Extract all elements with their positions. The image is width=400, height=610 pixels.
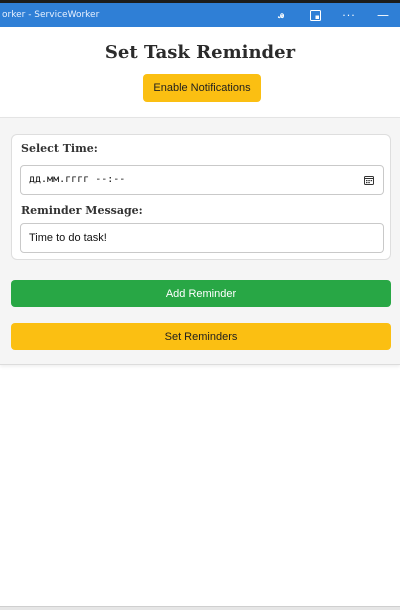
add-reminder-button[interactable]: Add Reminder	[11, 280, 391, 307]
window-title: orker - ServiceWorker	[2, 10, 100, 20]
titlebar-controls: ꭿ ··· —	[264, 3, 400, 27]
page-title: Set Task Reminder	[104, 42, 296, 63]
calendar-icon[interactable]	[364, 175, 374, 185]
datetime-input[interactable]: дд.мм.гггг --:--	[20, 165, 384, 195]
datetime-placeholder: дд.мм.гггг --:--	[29, 174, 126, 185]
read-aloud-icon[interactable]: ꭿ	[264, 3, 298, 27]
select-time-label: Select Time:	[21, 142, 98, 155]
reminder-message-input[interactable]: Time to do task!	[20, 223, 384, 253]
more-options-icon[interactable]: ···	[332, 3, 366, 27]
reminder-message-value: Time to do task!	[29, 232, 107, 244]
enable-notifications-button[interactable]: Enable Notifications	[143, 74, 261, 102]
bottom-scroll-edge	[0, 606, 400, 610]
reminder-form: Select Time: дд.мм.гггг --:-- Reminder M…	[11, 134, 391, 260]
window-titlebar: orker - ServiceWorker ꭿ ··· —	[0, 3, 400, 27]
reminder-message-label: Reminder Message:	[21, 204, 143, 217]
set-reminders-button[interactable]: Set Reminders	[11, 323, 391, 350]
minimize-icon[interactable]: —	[366, 3, 400, 27]
reminder-card: Select Time: дд.мм.гггг --:-- Reminder M…	[0, 117, 400, 365]
app-available-icon[interactable]	[298, 3, 332, 27]
